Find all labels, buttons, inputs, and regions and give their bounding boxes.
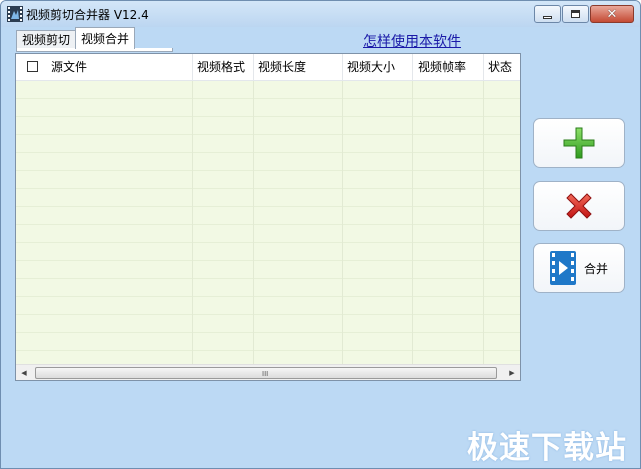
add-file-button[interactable]	[533, 118, 625, 168]
window-title: 视频剪切合并器 V12.4	[26, 8, 149, 22]
watermark-text: 极速下载站	[467, 430, 627, 466]
app-window: 视频剪切合并器 V12.4 ✕ 视频剪切 视频合并 怎样使用本软件 源文件 视频…	[0, 0, 641, 469]
column-video-size[interactable]: 视频大小	[347, 54, 395, 80]
select-all-checkbox[interactable]	[27, 61, 38, 72]
plus-icon	[563, 127, 595, 159]
grid-line	[192, 81, 193, 364]
film-play-icon	[549, 251, 576, 285]
column-status[interactable]: 状态	[488, 54, 512, 80]
file-list[interactable]: 源文件 视频格式 视频长度 视频大小 视频帧率 状态 ◀ III ▶	[15, 53, 521, 381]
list-header: 源文件 视频格式 视频长度 视频大小 视频帧率 状态	[16, 54, 520, 81]
close-icon: ✕	[606, 6, 618, 22]
grid-line	[412, 81, 413, 364]
minimize-button[interactable]	[534, 5, 561, 23]
help-link[interactable]: 怎样使用本软件	[363, 31, 461, 51]
scrollbar-grip: III	[262, 370, 269, 378]
grid-line	[253, 81, 254, 364]
horizontal-scrollbar[interactable]: ◀ III ▶	[16, 364, 520, 380]
list-body[interactable]	[16, 81, 520, 364]
maximize-button[interactable]	[562, 5, 589, 23]
column-divider[interactable]	[483, 54, 484, 80]
scroll-right-icon[interactable]: ▶	[504, 365, 520, 380]
tab-video-merge[interactable]: 视频合并	[75, 27, 136, 49]
column-video-framerate[interactable]: 视频帧率	[418, 54, 466, 80]
remove-file-button[interactable]	[533, 181, 625, 231]
window-controls: ✕	[533, 5, 634, 23]
film-app-icon	[7, 6, 23, 22]
tab-strip: 视频剪切 视频合并	[16, 27, 136, 49]
close-button[interactable]: ✕	[590, 5, 634, 23]
red-x-icon	[566, 193, 592, 219]
column-divider[interactable]	[342, 54, 343, 80]
scroll-left-icon[interactable]: ◀	[16, 365, 32, 380]
grid-line	[342, 81, 343, 364]
column-source-file[interactable]: 源文件	[51, 54, 87, 80]
merge-button[interactable]: 合并	[533, 243, 625, 293]
grid-line	[483, 81, 484, 364]
tab-video-cut[interactable]: 视频剪切	[16, 30, 77, 49]
merge-button-label: 合并	[583, 261, 608, 276]
maximize-icon	[571, 10, 580, 18]
column-divider[interactable]	[412, 54, 413, 80]
scrollbar-thumb[interactable]: III	[35, 367, 497, 379]
column-video-length[interactable]: 视频长度	[258, 54, 306, 80]
column-divider[interactable]	[192, 54, 193, 80]
title-bar[interactable]: 视频剪切合并器 V12.4 ✕	[1, 1, 640, 27]
minimize-icon	[543, 15, 552, 19]
column-divider[interactable]	[253, 54, 254, 80]
column-video-format[interactable]: 视频格式	[197, 54, 245, 80]
